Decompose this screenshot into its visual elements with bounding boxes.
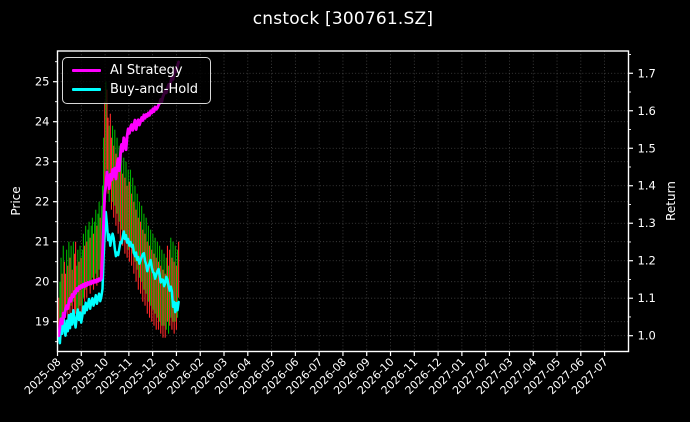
y-left-tick-label: 20 xyxy=(35,275,50,289)
y-right-tick-label: 1.0 xyxy=(638,329,656,343)
legend-item-ai-strategy: AI Strategy xyxy=(72,63,198,78)
legend: AI Strategy Buy-and-Hold xyxy=(62,57,212,104)
legend-label: Buy-and-Hold xyxy=(110,82,199,97)
y-right-tick-label: 1.2 xyxy=(638,254,656,268)
chart-figure: cnstock [300761.SZ] 19 20 21 22 23 24 25 1.0 1.1… xyxy=(0,0,690,422)
y-left-tick-label: 21 xyxy=(35,235,50,249)
y-right-tick-label: 1.6 xyxy=(638,104,656,118)
y-right-tick-label: 1.1 xyxy=(638,291,656,305)
y-right-tick-label: 1.4 xyxy=(638,179,656,193)
y-left-tick-label: 22 xyxy=(35,195,50,209)
price-axis-label: Price xyxy=(9,186,23,216)
y-right-tick-label: 1.3 xyxy=(638,216,656,230)
legend-label: AI Strategy xyxy=(110,63,183,78)
y-right-tick-label: 1.5 xyxy=(638,141,656,155)
ai-strategy-line-swatch xyxy=(72,69,101,72)
y-left-tick-label: 19 xyxy=(35,315,50,329)
y-left-tick-label: 25 xyxy=(35,75,50,89)
legend-item-buy-and-hold: Buy-and-Hold xyxy=(72,82,198,97)
buy-and-hold-line-swatch xyxy=(72,88,101,91)
return-axis-label: Return xyxy=(664,181,678,221)
y-left-tick-label: 24 xyxy=(35,115,50,129)
y-right-tick-label: 1.7 xyxy=(638,66,656,80)
y-left-tick-label: 23 xyxy=(35,155,50,169)
